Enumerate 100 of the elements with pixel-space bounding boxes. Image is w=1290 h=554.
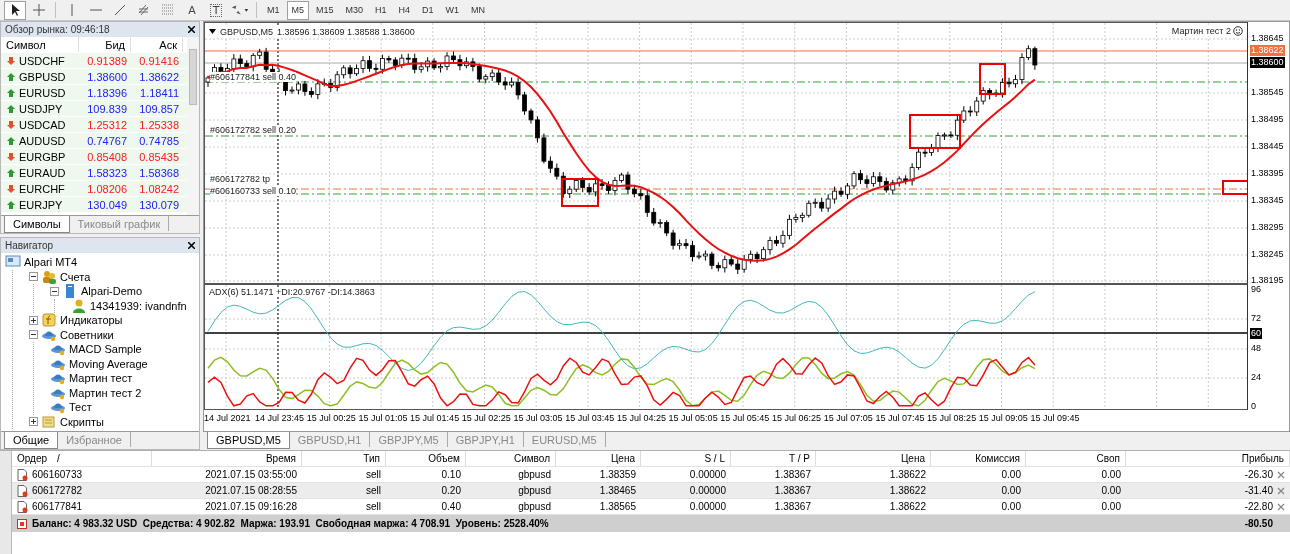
tree-item[interactable]: MACD Sample [69,343,142,356]
table-cell: 1.38622 [889,501,926,512]
time-label: 15 Jul 09:45 [1030,413,1080,423]
collapse-icon[interactable] [29,330,38,340]
tree-item[interactable]: 14341939: ivandnfn [90,299,187,312]
monitor-icon [5,255,21,270]
quote-row[interactable]: GBPUSD 1.38600 1.38622 [1,69,187,85]
quote-row[interactable]: USDJPY 109.839 109.857 [1,101,187,117]
time-label: 15 Jul 09:05 [978,413,1028,423]
quote-row[interactable]: EURAUD 1.58323 1.58368 [1,165,187,181]
timeframe-button[interactable]: M15 [311,0,339,20]
highlight-rectangle [561,178,599,207]
timeframe-button[interactable]: M30 [340,0,369,20]
column-header[interactable]: S / L [641,451,731,466]
panel-title: Навигатор [5,240,54,251]
time-label: 15 Jul 07:45 [875,413,925,423]
bid-price: 1.38600 [86,70,128,83]
expand-icon[interactable] [29,417,38,427]
expert-name: Мартин тест 2 [1171,26,1231,36]
quote-row[interactable]: USDCAD 1.25312 1.25338 [1,117,187,133]
close-icon[interactable] [188,242,195,249]
tree-item[interactable]: Alpari MT4 [24,256,78,269]
column-header[interactable]: Символ [1,37,79,52]
tree-item[interactable]: Скрипты [60,415,104,428]
table-cell: 606177841 [32,501,83,512]
ask-price: 1.25338 [138,118,180,131]
bid-price: 1.08206 [86,182,128,195]
highlight-rectangle [979,63,1006,95]
tab[interactable]: Символы [4,216,70,233]
timeframe-button[interactable]: H1 [370,0,392,20]
timeframe-button[interactable]: M1 [262,0,285,20]
time-label: 15 Jul 06:25 [772,413,822,423]
column-header[interactable]: Бид [79,37,131,52]
dropdown-icon[interactable] [209,29,216,34]
quote-row[interactable]: EURGBP 0.85408 0.85435 [1,149,187,165]
column-header[interactable]: Цена [556,451,641,466]
table-cell: 0.00 [1101,485,1121,496]
table-cell: 1.38622 [889,469,926,480]
quote-row[interactable]: EURJPY 130.049 130.079 [1,197,187,213]
quote-row[interactable]: EURCHF 1.08206 1.08242 [1,181,187,197]
column-header[interactable]: Ордер / [12,451,152,466]
timeframe-button[interactable]: D1 [417,0,439,20]
symbol-text: EURGBP [19,150,66,163]
indicator-icon [41,313,57,328]
table-cell: -31.40 [1244,485,1273,496]
column-header[interactable]: Прибыль [1126,451,1290,466]
expand-icon[interactable] [29,315,38,325]
table-cell: 0.00 [1001,485,1021,496]
timeframe-button[interactable]: MN [466,0,491,20]
tree-item[interactable]: Тест [69,401,92,414]
column-header[interactable]: Время [152,451,302,466]
quote-row[interactable]: EURUSD 1.18396 1.18411 [1,85,187,101]
column-header[interactable]: Объем [386,451,466,466]
tree-item[interactable]: Советники [60,328,114,341]
chart-tab[interactable]: GBPUSD,M5 [207,432,290,449]
column-header[interactable]: Своп [1026,451,1126,466]
timeframe-button[interactable]: H4 [393,0,416,20]
tool-button[interactable]: T [205,0,227,20]
time-label: 14 Jul 2021 [204,413,251,423]
scrollbar[interactable] [187,37,199,215]
tree-item[interactable]: Мартин тест [69,372,133,385]
collapse-icon[interactable] [50,286,59,296]
timeframe-button[interactable]: W1 [440,0,465,20]
tree-item[interactable]: Индикаторы [60,314,123,327]
column-header[interactable]: T / P [731,451,816,466]
column-header[interactable]: Символ [466,451,556,466]
ask-price: 0.91416 [138,54,180,67]
collapse-icon[interactable] [29,272,38,282]
quote-row[interactable]: AUDUSD 0.74767 0.74785 [1,133,187,149]
bid-price: 0.85408 [86,150,128,163]
column-header[interactable]: Цена [816,451,931,466]
table-cell: 0.40 [441,501,461,512]
price-label: 1.38545 [1250,87,1285,98]
order-row[interactable]: 606172782 2021.07.15 08:28:55 sell 0.20 gbpusd 1.38465 0.00000 1.38367 1.38622 0.00 0.00 -31.40 [12,483,1290,499]
tree-item[interactable]: Moving Average [69,357,148,370]
symbol-text: EURCHF [19,182,65,195]
quote-row[interactable]: USDCHF 0.91389 0.91416 [1,53,187,69]
column-header[interactable]: Аск [131,37,183,52]
symbol-text: USDJPY [19,102,63,115]
tree-item[interactable]: Мартин тест 2 [69,386,142,399]
table-cell: sell [366,485,381,496]
order-row[interactable]: 606177841 2021.07.15 09:16:28 sell 0.40 gbpusd 1.38565 0.00000 1.38367 1.38622 0.00 0.00 -22.80 [12,499,1290,515]
scale-label: 24 [1250,372,1262,383]
time-label: 14 Jul 23:45 [255,413,305,423]
tree-item[interactable]: Alpari-Demo [81,285,143,298]
price-label: 1.38295 [1250,222,1285,233]
tree-item[interactable]: Счета [60,270,91,283]
tool-button[interactable]: A [181,0,203,20]
ask-price: 109.857 [138,102,180,115]
tab[interactable]: Общие [4,432,59,449]
column-header[interactable]: Комиссия [931,451,1026,466]
timeframe-button[interactable]: M5 [286,0,310,20]
total-profit: -80.50 [1244,518,1273,529]
close-icon[interactable] [188,26,195,33]
price-label: 1.38445 [1250,141,1285,152]
table-cell: 1.38367 [774,501,811,512]
tool-button[interactable] [4,0,26,20]
column-header[interactable]: Тип [302,451,386,466]
time-label: 15 Jul 04:25 [616,413,666,423]
symbol-text: EURAUD [19,166,66,179]
